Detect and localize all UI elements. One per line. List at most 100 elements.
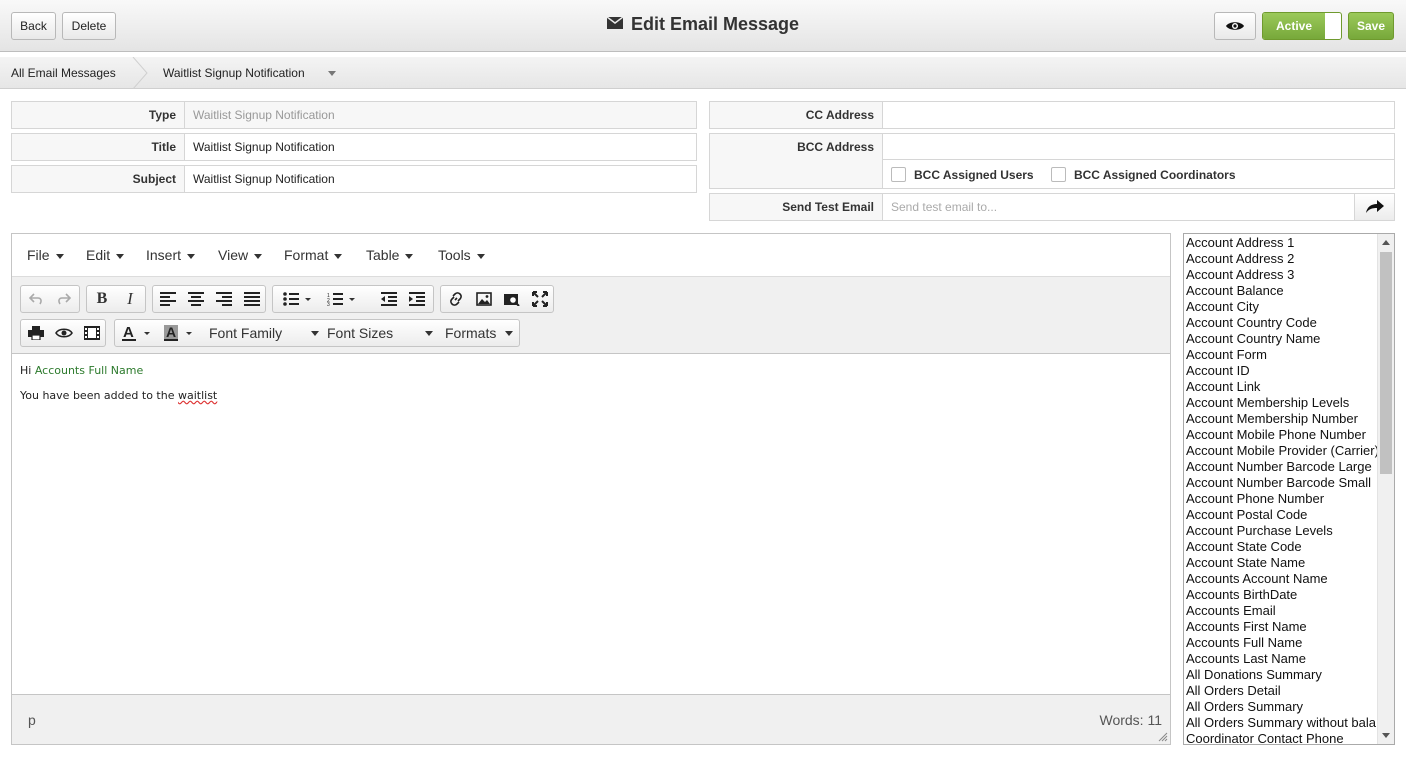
scroll-thumb[interactable]: [1380, 252, 1392, 474]
cc-input[interactable]: [891, 102, 1394, 128]
menu-insert-label: Insert: [146, 247, 182, 263]
title-input[interactable]: [193, 134, 696, 160]
merge-field-item[interactable]: All Orders Summary without bala: [1184, 715, 1378, 731]
save-button[interactable]: Save: [1348, 12, 1394, 40]
redo-button[interactable]: [50, 286, 78, 312]
history-group: [20, 285, 80, 313]
font-family-select[interactable]: Font Family: [209, 320, 319, 346]
formats-label: Formats: [445, 325, 497, 341]
menu-tools[interactable]: Tools: [438, 247, 485, 263]
merge-fields-list[interactable]: Account Address 1 Account Address 2 Accoun…: [1183, 233, 1395, 745]
merge-field-item[interactable]: Account Mobile Provider (Carrier): [1184, 443, 1378, 459]
menu-table[interactable]: Table: [366, 247, 414, 263]
breadcrumb-all-email-messages[interactable]: All Email Messages: [11, 57, 116, 89]
align-left-button[interactable]: [154, 286, 182, 312]
menu-edit[interactable]: Edit: [86, 247, 125, 263]
merge-field-item[interactable]: Account Number Barcode Large: [1184, 459, 1378, 475]
preview-content-button[interactable]: [50, 320, 78, 346]
bullet-list-button[interactable]: [277, 286, 317, 312]
merge-field-item[interactable]: Coordinator Contact Phone: [1184, 731, 1378, 744]
menu-format[interactable]: Format: [284, 247, 343, 263]
merge-field-item[interactable]: Accounts Last Name: [1184, 651, 1378, 667]
italic-button[interactable]: I: [116, 286, 144, 312]
formats-select[interactable]: Formats: [445, 320, 513, 346]
merge-field-item[interactable]: Account Number Barcode Small: [1184, 475, 1378, 491]
insert-link-button[interactable]: [442, 286, 470, 312]
merge-field-item[interactable]: Account Address 2: [1184, 251, 1378, 267]
insert-image-button[interactable]: [470, 286, 498, 312]
merge-field-item[interactable]: All Orders Detail: [1184, 683, 1378, 699]
align-justify-button[interactable]: [238, 286, 266, 312]
merge-field-item[interactable]: All Orders Summary: [1184, 699, 1378, 715]
misspelled-word[interactable]: waitlist: [178, 389, 217, 402]
text-color-icon: A: [122, 324, 150, 341]
merge-field-item[interactable]: Account Address 3: [1184, 267, 1378, 283]
active-toggle[interactable]: Active: [1262, 12, 1342, 40]
merge-field-item[interactable]: Account Membership Levels: [1184, 395, 1378, 411]
menu-insert[interactable]: Insert: [146, 247, 196, 263]
editor-statusbar: p Words: 11: [12, 694, 1170, 744]
menu-file[interactable]: File: [27, 247, 64, 263]
scroll-down-icon[interactable]: [1382, 733, 1390, 738]
editor-content[interactable]: Hi Accounts Full Name You have been adde…: [12, 354, 1170, 695]
align-center-button[interactable]: [182, 286, 210, 312]
send-test-button[interactable]: [1354, 194, 1394, 220]
align-right-button[interactable]: [210, 286, 238, 312]
merge-field-item[interactable]: Accounts Email: [1184, 603, 1378, 619]
envelope-icon: [606, 17, 623, 30]
resize-handle-icon[interactable]: [1158, 732, 1168, 742]
fullscreen-button[interactable]: [526, 286, 554, 312]
insert-media-button[interactable]: [498, 286, 526, 312]
merge-field-item[interactable]: Account Link: [1184, 379, 1378, 395]
send-test-input[interactable]: [891, 194, 1354, 220]
breadcrumb-current[interactable]: Waitlist Signup Notification: [163, 57, 336, 89]
subject-input[interactable]: [193, 166, 696, 192]
merge-field-item[interactable]: Accounts BirthDate: [1184, 587, 1378, 603]
merge-field-item[interactable]: Account ID: [1184, 363, 1378, 379]
merge-field-item[interactable]: Account State Name: [1184, 555, 1378, 571]
merge-field-item[interactable]: Accounts Full Name: [1184, 635, 1378, 651]
merge-field-item[interactable]: Account Phone Number: [1184, 491, 1378, 507]
merge-field-accounts-full-name[interactable]: Accounts Full Name: [35, 364, 143, 377]
type-value: Waitlist Signup Notification: [184, 102, 696, 128]
numbered-list-button[interactable]: 123: [321, 286, 361, 312]
merge-field-item[interactable]: Account City: [1184, 299, 1378, 315]
background-color-button[interactable]: A: [159, 320, 199, 346]
merge-field-item[interactable]: Accounts Account Name: [1184, 571, 1378, 587]
preview-button[interactable]: [1214, 12, 1256, 40]
outdent-button[interactable]: [375, 286, 403, 312]
merge-field-item[interactable]: Account Mobile Phone Number: [1184, 427, 1378, 443]
scroll-up-icon[interactable]: [1382, 240, 1390, 245]
indent-button[interactable]: [403, 286, 431, 312]
subject-label: Subject: [132, 172, 176, 186]
merge-field-item[interactable]: Account Membership Number: [1184, 411, 1378, 427]
page-title: Edit Email Message: [0, 14, 1406, 35]
insert-video-button[interactable]: [78, 320, 106, 346]
merge-field-item[interactable]: Account Country Code: [1184, 315, 1378, 331]
type-label: Type: [148, 108, 176, 122]
print-button[interactable]: [22, 320, 50, 346]
undo-button[interactable]: [22, 286, 50, 312]
insert-group: [440, 285, 554, 313]
merge-field-item[interactable]: Account Address 1: [1184, 235, 1378, 251]
text-color-button[interactable]: A: [117, 320, 157, 346]
element-path[interactable]: p: [28, 712, 36, 728]
merge-fields-scrollbar[interactable]: [1377, 234, 1394, 744]
merge-field-item[interactable]: Account Form: [1184, 347, 1378, 363]
bold-button[interactable]: B: [88, 286, 116, 312]
merge-field-item[interactable]: Accounts First Name: [1184, 619, 1378, 635]
bcc-assigned-coordinators-checkbox[interactable]: [1050, 167, 1066, 183]
merge-field-item[interactable]: Account Postal Code: [1184, 507, 1378, 523]
merge-field-item[interactable]: Account Balance: [1184, 283, 1378, 299]
merge-field-item[interactable]: All Donations Summary: [1184, 667, 1378, 683]
chevron-down-icon: [425, 331, 433, 336]
merge-field-item[interactable]: Account Country Name: [1184, 331, 1378, 347]
font-sizes-select[interactable]: Font Sizes: [327, 320, 433, 346]
bcc-assigned-users-checkbox[interactable]: [891, 167, 906, 183]
body-paragraph: You have been added to the waitlist: [20, 389, 1162, 402]
merge-field-item[interactable]: Account Purchase Levels: [1184, 523, 1378, 539]
merge-field-item[interactable]: Account State Code: [1184, 539, 1378, 555]
text-style-group: B I: [86, 285, 146, 313]
bcc-input[interactable]: [891, 134, 1394, 160]
menu-view[interactable]: View: [218, 247, 263, 263]
